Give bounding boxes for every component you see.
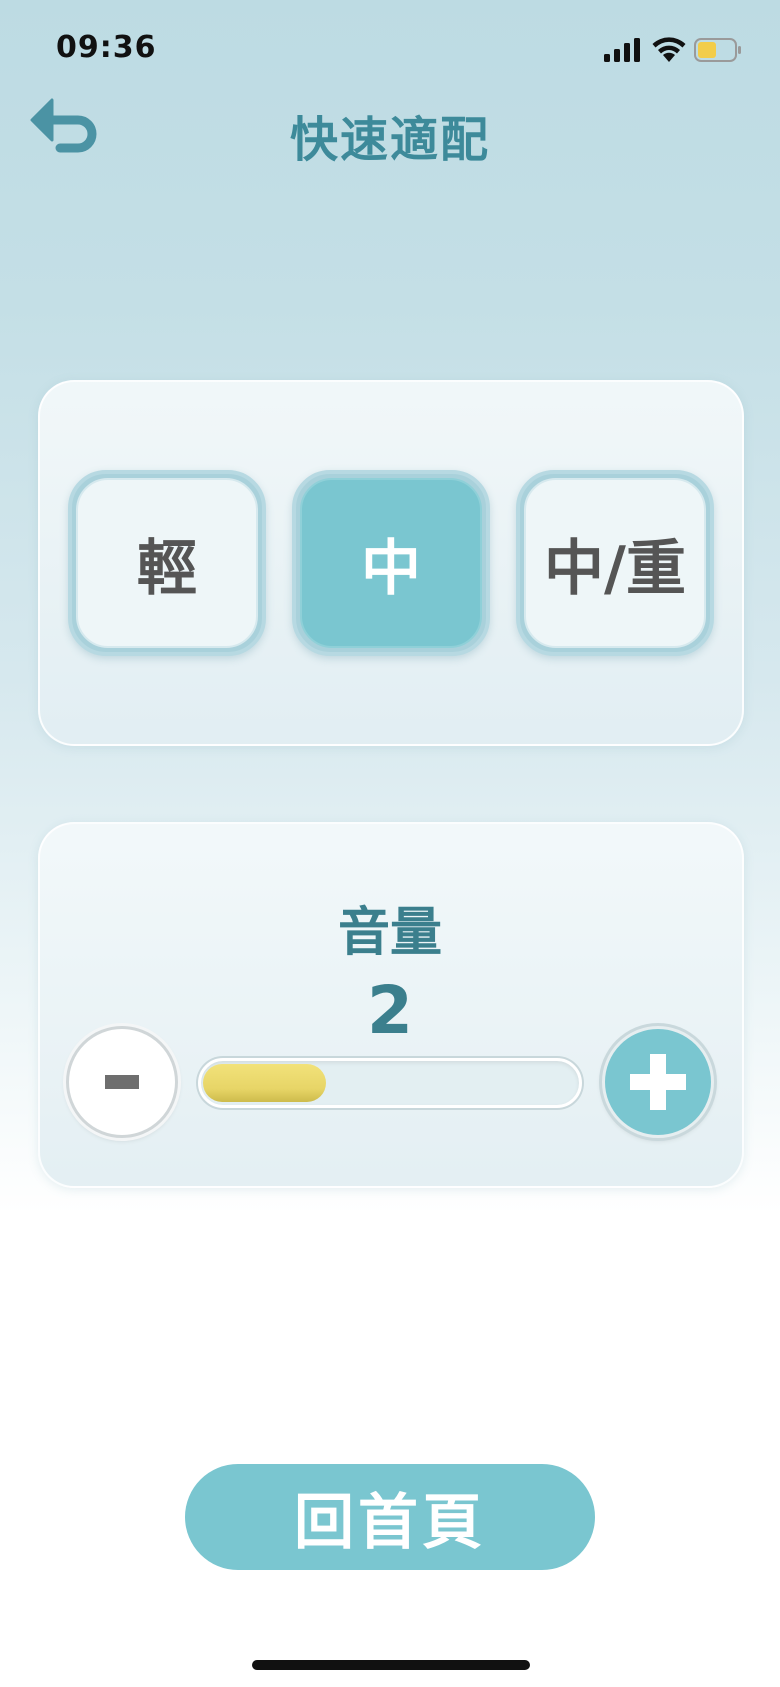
volume-slider[interactable] [198,1058,582,1108]
battery-icon [694,38,741,62]
level-light-button[interactable]: 輕 [68,470,266,656]
volume-increase-button[interactable] [602,1026,714,1138]
wifi-icon [652,37,686,62]
minus-icon [105,1075,139,1089]
page-title: 快速適配 [289,112,490,168]
status-time: 09:36 [56,30,157,65]
volume-slider-fill [203,1064,326,1102]
cellular-signal-icon [604,38,640,62]
level-medium-label: 中 [300,478,482,648]
level-medium-heavy-label: 中/重 [524,478,706,648]
level-medium-heavy-button[interactable]: 中/重 [516,470,714,656]
volume-label: 音量 [337,903,442,963]
level-medium-button[interactable]: 中 [292,470,490,656]
volume-decrease-button[interactable] [66,1026,178,1138]
plus-icon-vertical [650,1054,666,1110]
home-indicator [252,1660,530,1670]
home-button[interactable]: 回首頁 [185,1464,595,1570]
level-light-label: 輕 [76,478,258,648]
